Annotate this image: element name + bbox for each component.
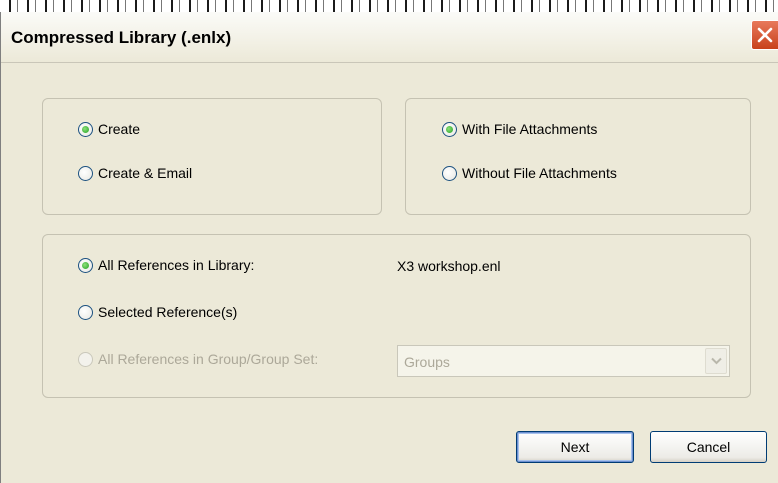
cancel-button-label: Cancel [686,439,731,455]
selected-references-radio[interactable] [78,304,93,320]
close-button[interactable] [751,20,778,50]
action-group [42,98,382,215]
attachment-group [405,98,751,215]
create-radio[interactable] [78,121,93,137]
selected-references-option[interactable]: Selected Reference(s) [78,304,237,320]
group-select-value: Groups [404,354,450,370]
group-references-label: All References in Group/Group Set: [98,351,319,367]
group-select: Groups [397,345,730,377]
create-email-option[interactable]: Create & Email [78,165,192,181]
without-attachments-radio[interactable] [442,165,457,181]
with-attachments-label: With File Attachments [462,121,598,137]
with-attachments-radio[interactable] [442,121,457,137]
create-email-label: Create & Email [98,165,193,181]
group-references-radio [78,351,93,367]
background-window-strip [0,0,778,12]
create-email-radio[interactable] [78,165,93,181]
group-select-arrow [705,348,727,374]
create-option[interactable]: Create [78,121,140,137]
dialog-title: Compressed Library (.enlx) [11,28,232,47]
all-references-label: All References in Library: [98,257,255,273]
library-name: X3 workshop.enl [397,258,501,274]
chevron-down-icon [711,357,722,365]
group-references-option: All References in Group/Group Set: [78,351,318,367]
all-references-option[interactable]: All References in Library: [78,257,254,273]
next-button-label: Next [560,439,590,455]
title-bar: Compressed Library (.enlx) [1,12,778,63]
without-attachments-label: Without File Attachments [462,165,617,181]
next-button[interactable]: Next [516,431,634,463]
cancel-button[interactable]: Cancel [650,431,767,463]
selected-references-label: Selected Reference(s) [98,304,238,320]
without-attachments-option[interactable]: Without File Attachments [442,165,617,181]
create-label: Create [98,121,141,137]
all-references-radio[interactable] [78,257,93,273]
close-icon [757,27,773,43]
with-attachments-option[interactable]: With File Attachments [442,121,597,137]
